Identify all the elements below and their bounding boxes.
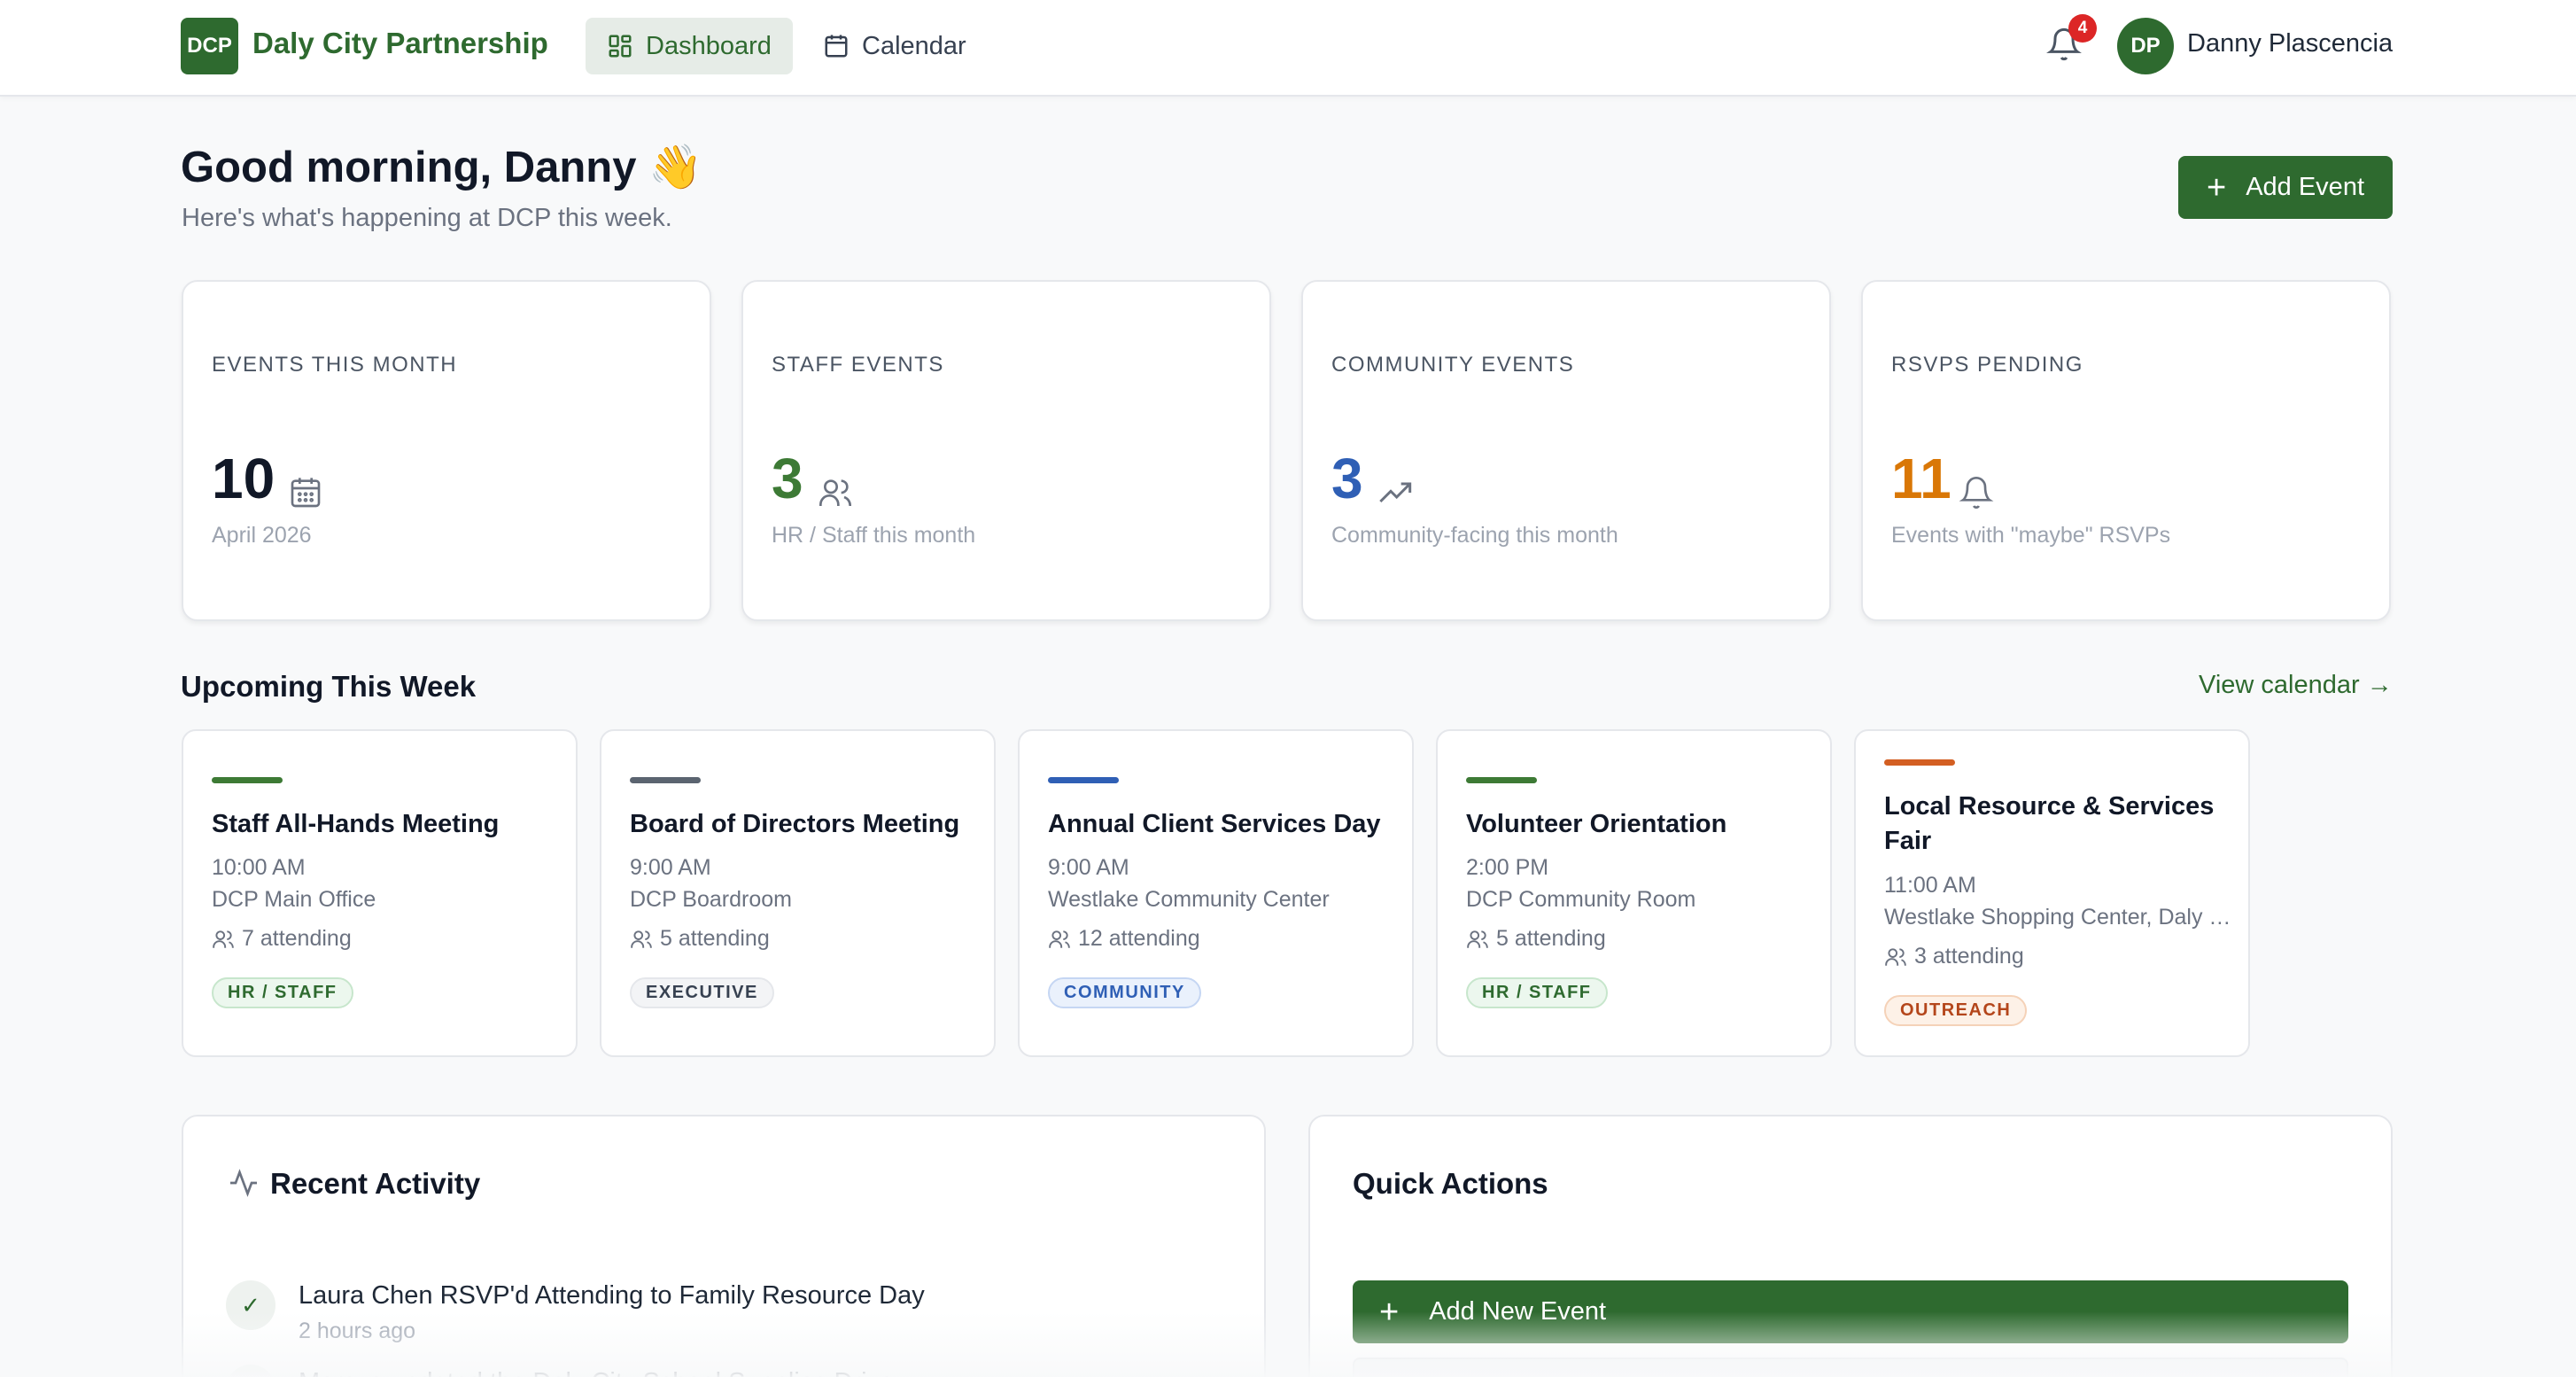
event-card[interactable]: Volunteer Orientation 2:00 PM DCP Commun…: [1436, 729, 1832, 1057]
event-tag: COMMUNITY: [1048, 977, 1201, 1008]
bell-icon: [1959, 477, 1994, 509]
stat-label: EVENTS THIS MONTH: [212, 353, 458, 377]
panel-title-recent-activity: Recent Activity: [270, 1167, 481, 1200]
quick-action-button[interactable]: [1353, 1358, 2348, 1377]
add-new-event-label: Add New Event: [1429, 1297, 1607, 1326]
users-icon: [213, 930, 234, 948]
event-title: Local Resource & Services Fair: [1884, 792, 2215, 855]
event-tag: HR / STAFF: [1466, 977, 1608, 1008]
event-time: 11:00 AM: [1884, 873, 1976, 898]
event-card[interactable]: Board of Directors Meeting 9:00 AM DCP B…: [600, 729, 996, 1057]
activity-item-text: Marcus updated the Daly City School Supp…: [299, 1368, 894, 1377]
recent-activity-panel: Recent Activity ✓ Laura Chen RSVP'd Atte…: [182, 1115, 1266, 1377]
users-icon: [1467, 930, 1488, 948]
add-event-button[interactable]: + Add Event: [2178, 156, 2393, 219]
stat-card-staff-events: STAFF EVENTS 3 HR / Staff this month: [741, 280, 1271, 621]
event-location: DCP Main Office: [212, 887, 376, 912]
stat-label: STAFF EVENTS: [772, 353, 944, 377]
view-calendar-link[interactable]: View calendar →: [2199, 671, 2393, 700]
event-location: DCP Boardroom: [630, 887, 792, 912]
event-category-bar: [630, 777, 701, 783]
event-attendance: 12 attending: [1048, 926, 1200, 952]
stat-value: 10: [212, 447, 275, 510]
event-attendance: 3 attending: [1884, 944, 2024, 969]
event-attending-count: 12 attending: [1078, 926, 1200, 951]
stat-card-community-events: COMMUNITY EVENTS 3 Community-facing this…: [1301, 280, 1831, 621]
stat-value: 11: [1891, 447, 1951, 510]
event-attending-count: 3 attending: [1914, 944, 2024, 969]
logo-badge[interactable]: DCP: [181, 18, 238, 74]
event-attending-count: 5 attending: [1496, 926, 1606, 951]
event-time: 9:00 AM: [1048, 855, 1129, 880]
event-title: Board of Directors Meeting: [630, 810, 960, 838]
event-tag: OUTREACH: [1884, 995, 2028, 1026]
calendar-icon: [825, 35, 848, 58]
event-title: Staff All-Hands Meeting: [212, 810, 500, 838]
stat-card-events-this-month: EVENTS THIS MONTH 10 April 2026: [182, 280, 711, 621]
stat-value: 3: [772, 447, 803, 510]
event-category-bar: [1884, 759, 1955, 766]
add-new-event-button[interactable]: + Add New Event: [1353, 1280, 2348, 1343]
event-card[interactable]: Staff All-Hands Meeting 10:00 AM DCP Mai…: [182, 729, 578, 1057]
calendar-icon: [291, 478, 321, 508]
top-navbar: DCP Daly City Partnership Dashboard Cale…: [0, 0, 2576, 97]
user-name[interactable]: Danny Plascencia: [2187, 29, 2393, 58]
tab-calendar[interactable]: Calendar: [802, 18, 988, 74]
users-icon: [819, 479, 851, 506]
stat-subtext: Events with "maybe" RSVPs: [1891, 523, 2171, 548]
users-icon: [631, 930, 652, 948]
stat-card-rsvps-pending: RSVPS PENDING 11 Events with "maybe" RSV…: [1861, 280, 2391, 621]
event-category-bar: [1466, 777, 1537, 783]
event-time: 2:00 PM: [1466, 855, 1549, 880]
page-subtitle: Here's what's happening at DCP this week…: [182, 204, 672, 232]
check-icon: ✓: [226, 1365, 275, 1377]
event-attending-count: 5 attending: [660, 926, 770, 951]
event-category-bar: [1048, 777, 1119, 783]
avatar[interactable]: DP: [2117, 18, 2174, 74]
event-card[interactable]: Annual Client Services Day 9:00 AM Westl…: [1018, 729, 1414, 1057]
event-tag: HR / STAFF: [212, 977, 353, 1008]
trending-up-icon: [1379, 482, 1412, 503]
event-attendance: 5 attending: [1466, 926, 1606, 952]
plus-icon: +: [2206, 168, 2227, 206]
stat-label: COMMUNITY EVENTS: [1331, 353, 1575, 377]
activity-item-time: 2 hours ago: [299, 1319, 416, 1343]
tab-calendar-label: Calendar: [862, 31, 966, 60]
event-attendance: 7 attending: [212, 926, 352, 952]
notification-count-badge: 4: [2068, 14, 2097, 43]
event-title: Annual Client Services Day: [1048, 810, 1381, 838]
stat-subtext: HR / Staff this month: [772, 523, 976, 548]
users-icon: [1885, 947, 1906, 966]
event-attendance: 5 attending: [630, 926, 770, 952]
event-location: Westlake Shopping Center, Daly City: [1884, 905, 2234, 930]
section-title-upcoming: Upcoming This Week: [181, 670, 477, 703]
brand-name[interactable]: Daly City Partnership: [252, 27, 548, 60]
event-tag: EXECUTIVE: [630, 977, 774, 1008]
event-time: 9:00 AM: [630, 855, 711, 880]
add-event-label: Add Event: [2246, 173, 2365, 201]
stat-subtext: Community-facing this month: [1331, 523, 1618, 548]
event-category-bar: [212, 777, 283, 783]
panel-title-quick-actions: Quick Actions: [1353, 1167, 1548, 1200]
users-icon: [1049, 930, 1070, 948]
activity-icon: [230, 1169, 257, 1197]
activity-item-text: Laura Chen RSVP'd Attending to Family Re…: [299, 1281, 925, 1310]
event-location: DCP Community Room: [1466, 887, 1696, 912]
event-attending-count: 7 attending: [242, 926, 352, 951]
dashboard-icon: [609, 35, 632, 58]
tab-dashboard-label: Dashboard: [646, 31, 772, 60]
event-title: Volunteer Orientation: [1466, 810, 1727, 838]
event-location: Westlake Community Center: [1048, 887, 1330, 912]
quick-actions-panel: Quick Actions + Add New Event: [1308, 1115, 2393, 1377]
plus-icon: +: [1379, 1293, 1400, 1331]
tab-dashboard[interactable]: Dashboard: [586, 18, 793, 74]
stat-label: RSVPS PENDING: [1891, 353, 2083, 377]
stat-subtext: April 2026: [212, 523, 312, 548]
event-card[interactable]: Local Resource & Services Fair 11:00 AM …: [1854, 729, 2250, 1057]
check-icon: ✓: [226, 1280, 275, 1330]
page-title: Good morning, Danny 👋: [181, 144, 703, 191]
event-time: 10:00 AM: [212, 855, 306, 880]
stat-value: 3: [1331, 447, 1363, 510]
